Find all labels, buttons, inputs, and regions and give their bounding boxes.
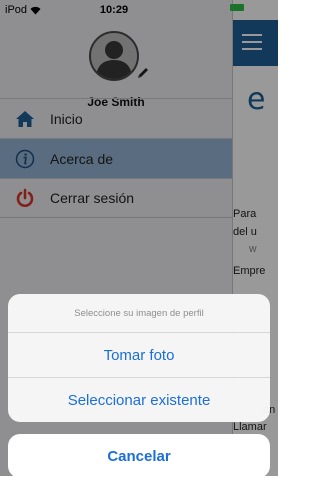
select-existing-button[interactable]: Seleccionar existente (8, 377, 270, 422)
action-sheet: Seleccione su imagen de perfil Tomar fot… (8, 294, 270, 422)
take-photo-button[interactable]: Tomar foto (8, 333, 270, 377)
action-sheet-title: Seleccione su imagen de perfil (8, 294, 270, 333)
cancel-button[interactable]: Cancelar (8, 434, 270, 478)
